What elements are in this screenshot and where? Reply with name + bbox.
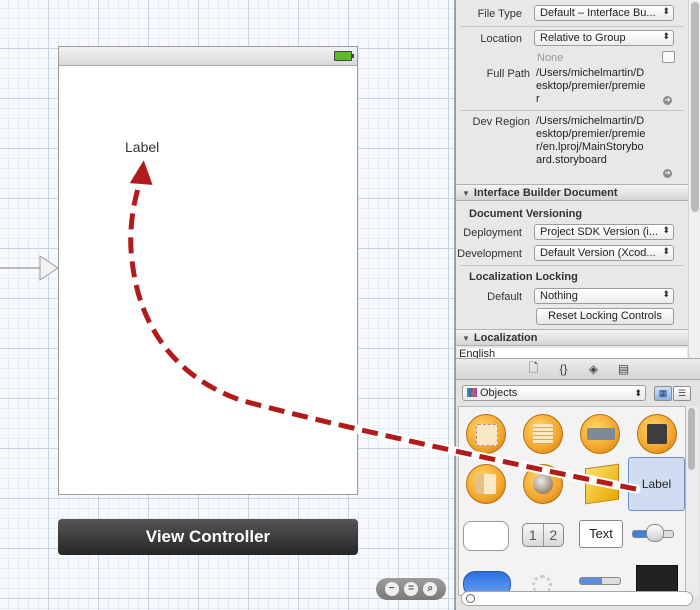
text-field-object-text: Text xyxy=(579,520,623,548)
zoom-out-icon[interactable]: − xyxy=(384,582,399,596)
reset-locking-controls-button[interactable]: Reset Locking Controls xyxy=(536,308,674,325)
object-cube-icon[interactable]: ◈ xyxy=(584,362,604,376)
divider xyxy=(460,26,684,27)
scroll-thumb[interactable] xyxy=(691,2,699,212)
file-type-label: File Type xyxy=(477,8,522,20)
document-versioning-title: Document Versioning xyxy=(469,208,583,220)
segment-1: 1 xyxy=(523,524,544,546)
disclosure-triangle-icon[interactable]: ▼ xyxy=(462,189,470,198)
object-cube-object-icon[interactable] xyxy=(573,460,628,510)
file-type-row: File Type Default – Interface Bu... xyxy=(456,5,688,25)
file-inspector: File Type Default – Interface Bu... Loca… xyxy=(455,0,700,358)
folder-chooser-icon[interactable] xyxy=(662,51,675,63)
default-locking-row: Default Nothing xyxy=(456,288,688,308)
section-localization[interactable]: ▼ Localization xyxy=(456,329,688,346)
status-bar xyxy=(59,47,357,66)
development-row: Development Default Version (Xcod... xyxy=(456,245,688,265)
default-locking-label: Default xyxy=(487,291,522,303)
location-popup[interactable]: Relative to Group xyxy=(534,30,674,46)
scroll-thumb[interactable] xyxy=(688,408,695,470)
table-view-controller-object-icon[interactable] xyxy=(516,410,571,460)
glkit-view-controller-object-icon[interactable] xyxy=(516,460,571,510)
divider xyxy=(460,265,684,266)
objects-filter-label: Objects xyxy=(480,387,518,399)
development-popup[interactable]: Default Version (Xcod... xyxy=(534,245,674,261)
zoom-in-icon[interactable]: ⌕ xyxy=(423,582,438,596)
inspector-scrollbar[interactable] xyxy=(688,0,700,358)
battery-icon xyxy=(334,51,354,61)
round-rect-button-object-icon[interactable] xyxy=(459,513,514,563)
dev-region-value: /Users/michelmartin/Desktop/premier/prem… xyxy=(536,115,646,166)
segment-2: 2 xyxy=(549,527,558,543)
zoom-fit-icon[interactable]: = xyxy=(403,582,418,596)
file-type-popup[interactable]: Default – Interface Bu... xyxy=(534,5,674,21)
development-label: Development xyxy=(457,248,522,260)
storyboard-canvas[interactable]: Label View Controller − = ⌕ xyxy=(0,0,455,610)
reveal-in-finder-icon[interactable]: ➔ xyxy=(663,96,672,105)
media-icon[interactable]: ▤ xyxy=(614,362,634,376)
library-tabs: 🗋 {} ◈ ▤ xyxy=(456,358,700,380)
divider xyxy=(460,110,684,111)
initial-scene-arrow-icon xyxy=(0,255,59,281)
grid-view-icon[interactable]: ▦ xyxy=(654,386,672,401)
full-path-value: /Users/michelmartin/Desktop/premier/prem… xyxy=(536,67,646,105)
reveal-dev-region-icon[interactable]: ➔ xyxy=(663,169,672,178)
file-template-icon[interactable]: 🗋 xyxy=(524,359,544,380)
location-label: Location xyxy=(480,33,522,45)
deployment-row: Deployment Project SDK Version (i... xyxy=(456,224,688,244)
label-object-item[interactable]: Label xyxy=(628,457,685,511)
deployment-popup[interactable]: Project SDK Version (i... xyxy=(534,224,674,240)
library-filter-field[interactable] xyxy=(461,591,693,606)
location-none-text: None xyxy=(537,52,564,64)
list-view-icon[interactable]: ☰ xyxy=(673,386,691,401)
localization-item-english[interactable]: English xyxy=(459,348,687,358)
scene-label[interactable]: Label xyxy=(125,139,159,155)
section-title: Localization xyxy=(473,332,538,344)
object-library: 🗋 {} ◈ ▤ Objects ▦ ☰ Label xyxy=(455,358,700,610)
split-view-controller-object-icon[interactable] xyxy=(459,460,514,510)
view-controller-bar[interactable]: View Controller xyxy=(58,519,358,555)
code-snippet-icon[interactable]: {} xyxy=(554,362,574,376)
full-path-label: Full Path xyxy=(486,68,530,80)
segmented-control-object-icon[interactable]: 1 2 xyxy=(516,513,571,563)
deployment-label: Deployment xyxy=(463,227,522,239)
default-locking-popup[interactable]: Nothing xyxy=(534,288,674,304)
objects-icon xyxy=(467,388,477,397)
section-title: Interface Builder Document xyxy=(473,187,618,199)
disclosure-triangle-icon[interactable]: ▼ xyxy=(462,334,470,343)
view-controller-object-icon[interactable] xyxy=(459,410,514,460)
location-row: Location Relative to Group xyxy=(456,30,688,50)
text-field-object-icon[interactable]: Text xyxy=(573,513,628,563)
objects-filter-popup[interactable]: Objects xyxy=(462,385,646,401)
section-interface-builder-document[interactable]: ▼ Interface Builder Document xyxy=(456,184,688,201)
library-scrollbar[interactable] xyxy=(686,406,698,596)
objects-grid[interactable]: Label 1 2 Text xyxy=(458,406,686,596)
scene-view[interactable]: Label xyxy=(58,46,358,495)
localization-locking-title: Localization Locking xyxy=(469,271,578,283)
navigation-controller-object-icon[interactable] xyxy=(573,410,628,460)
tab-bar-controller-object-icon[interactable] xyxy=(630,410,685,460)
dev-region-label: Dev Region xyxy=(472,116,530,128)
slider-object-icon[interactable] xyxy=(630,513,685,563)
label-object-text: Label xyxy=(641,477,672,491)
zoom-controls[interactable]: − = ⌕ xyxy=(376,578,446,600)
